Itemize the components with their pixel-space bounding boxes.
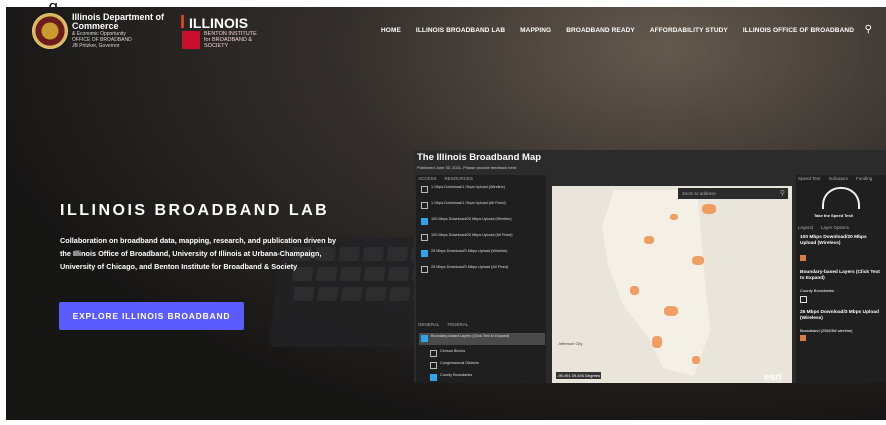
map-title: The Illinois Broadband Map bbox=[417, 152, 542, 163]
coverage-blob bbox=[692, 356, 700, 364]
map-published: Published June 30, 2021. Please provide … bbox=[417, 165, 518, 170]
tab-indicators[interactable]: Indicators bbox=[828, 176, 848, 181]
legend-item: Boundary-based Layers (Click Text to Exp… bbox=[800, 270, 880, 281]
layer-item[interactable]: 1 Gbps Download/1 Gbps Upload (Wireline) bbox=[421, 185, 529, 193]
map-view[interactable]: Jefferson City -95.491 39.494 Degrees bbox=[552, 186, 792, 383]
layer-item[interactable]: Census Blocks bbox=[430, 349, 538, 357]
coverage-blob bbox=[664, 306, 678, 316]
coverage-blob bbox=[692, 256, 704, 265]
layer-item[interactable]: County Boundaries bbox=[430, 373, 538, 381]
nav-office-of-broadband[interactable]: ILLINOIS OFFICE OF BROADBAND bbox=[743, 27, 854, 34]
layer-item[interactable]: 100 Mbps Download/20 Mbps Upload (Wireli… bbox=[421, 217, 529, 225]
tab-legend[interactable]: Legend bbox=[798, 225, 813, 230]
legend-item: 100 Mbps Download/20 Mbps Upload (Wirele… bbox=[800, 235, 867, 246]
search-icon[interactable]: ⚲ bbox=[865, 24, 872, 35]
explore-button[interactable]: EXPLORE ILLINOIS BROADBAND bbox=[59, 302, 244, 330]
legend-item: 25 Mbps Download/3 Mbps Upload (Wireless… bbox=[800, 310, 879, 321]
page-frame: ...... ..g... Illinois Department of Com… bbox=[0, 0, 886, 425]
broadband-map-preview[interactable]: The Illinois Broadband Map Published Jun… bbox=[414, 150, 886, 383]
university-logo[interactable]: I ILLINOIS bbox=[180, 12, 248, 33]
search-icon[interactable]: ⚲ bbox=[780, 189, 785, 197]
checkbox[interactable] bbox=[421, 250, 428, 257]
tab-federal[interactable]: FEDERAL bbox=[448, 322, 469, 327]
checkbox[interactable] bbox=[421, 202, 428, 209]
top-navigation: Illinois Department of Commerce & Econom… bbox=[6, 7, 886, 51]
checkbox[interactable] bbox=[421, 218, 428, 225]
speedometer-icon[interactable] bbox=[822, 187, 860, 209]
hero-description: Collaboration on broadband data, mapping… bbox=[60, 236, 337, 271]
benton-text: BENTON INSTITUTE for BROADBAND & SOCIETY bbox=[204, 31, 257, 49]
general-layers: GENERAL FEDERAL Boundary-based Layers (C… bbox=[416, 321, 546, 381]
tab-speed-test[interactable]: Speed Test bbox=[798, 176, 820, 181]
nav-home[interactable]: HOME bbox=[381, 27, 401, 34]
layer-item[interactable]: Boundary-based Layers (Click Text to Exp… bbox=[421, 334, 529, 342]
illinois-shape bbox=[602, 190, 711, 376]
legend-subitem: County Boundaries bbox=[800, 288, 835, 293]
coverage-blob bbox=[652, 336, 662, 348]
tab-general[interactable]: GENERAL bbox=[418, 322, 440, 327]
checkbox[interactable] bbox=[421, 335, 428, 342]
right-panel: Speed Test Indicators Funding Take the S… bbox=[796, 175, 886, 383]
block-i-icon: I bbox=[180, 12, 186, 32]
hero-title: ILLINOIS BROADBAND LAB bbox=[60, 202, 330, 219]
nav-broadband-ready[interactable]: BROADBAND READY bbox=[566, 27, 635, 34]
coverage-blob bbox=[670, 214, 678, 220]
legend-tabs: Legend Layer Options bbox=[798, 225, 849, 230]
coverage-blob bbox=[644, 236, 654, 244]
legend-box bbox=[800, 296, 807, 303]
dept-title[interactable]: Illinois Department of Commerce bbox=[72, 13, 172, 31]
zoom-to-address-input[interactable]: Zoom to address ⚲ bbox=[678, 188, 788, 199]
tab-resources[interactable]: RESOURCES bbox=[445, 176, 474, 181]
nav-broadband-lab[interactable]: ILLINOIS BROADBAND LAB bbox=[416, 27, 505, 34]
city-label: Jefferson City bbox=[558, 341, 583, 346]
benton-logo[interactable]: BENTON INSTITUTE for BROADBAND & SOCIETY bbox=[182, 31, 264, 49]
layer-item[interactable]: 1 Gbps Download/1 Gbps Upload (All Fixed… bbox=[421, 201, 529, 209]
speed-test-link[interactable]: Take the Speed Test! bbox=[814, 213, 853, 218]
layer-item[interactable]: Congressional Districts bbox=[430, 361, 538, 369]
nav-mapping[interactable]: MAPPING bbox=[520, 27, 551, 34]
checkbox[interactable] bbox=[421, 266, 428, 273]
state-seal-logo[interactable] bbox=[32, 13, 68, 49]
checkbox[interactable] bbox=[421, 186, 428, 193]
right-tabs: Speed Test Indicators Funding bbox=[798, 176, 872, 181]
legend-swatch bbox=[800, 335, 806, 341]
hero-section: Illinois Department of Commerce & Econom… bbox=[6, 7, 886, 420]
layer-item[interactable]: 100 Mbps Download/20 Mbps Upload (All Fi… bbox=[421, 233, 529, 241]
esri-logo: esri bbox=[764, 372, 782, 383]
checkbox[interactable] bbox=[430, 362, 437, 369]
checkbox[interactable] bbox=[430, 374, 437, 381]
general-tabs: GENERAL FEDERAL bbox=[418, 322, 468, 327]
checkbox[interactable] bbox=[421, 234, 428, 241]
coverage-blob bbox=[702, 204, 716, 214]
nav-affordability-study[interactable]: AFFORDABILITY STUDY bbox=[650, 27, 728, 34]
legend-swatch bbox=[800, 255, 806, 261]
tab-funding[interactable]: Funding bbox=[856, 176, 872, 181]
tab-layer-options[interactable]: Layer Options bbox=[821, 225, 849, 230]
coverage-blob bbox=[630, 286, 639, 295]
layer-item[interactable]: 25 Mbps Download/3 Mbps Upload (Wireline… bbox=[421, 249, 529, 257]
checkbox[interactable] bbox=[430, 350, 437, 357]
benton-mark-icon bbox=[182, 31, 200, 49]
layer-item[interactable]: 25 Mbps Download/3 Mbps Upload (All Fixe… bbox=[421, 265, 529, 273]
layer-panel: ACCESS RESOURCES 1 Gbps Download/1 Gbps … bbox=[416, 175, 546, 383]
layer-tabs: ACCESS RESOURCES bbox=[418, 176, 473, 181]
tab-access[interactable]: ACCESS bbox=[418, 176, 437, 181]
dept-subtitle: & Economic Opportunity OFFICE OF BROADBA… bbox=[72, 31, 132, 49]
main-menu: HOME ILLINOIS BROADBAND LAB MAPPING BROA… bbox=[381, 27, 854, 34]
coordinate-readout: -95.491 39.494 Degrees bbox=[556, 372, 602, 379]
legend-subitem: Broadband (25M/3M wireline) bbox=[800, 328, 853, 333]
